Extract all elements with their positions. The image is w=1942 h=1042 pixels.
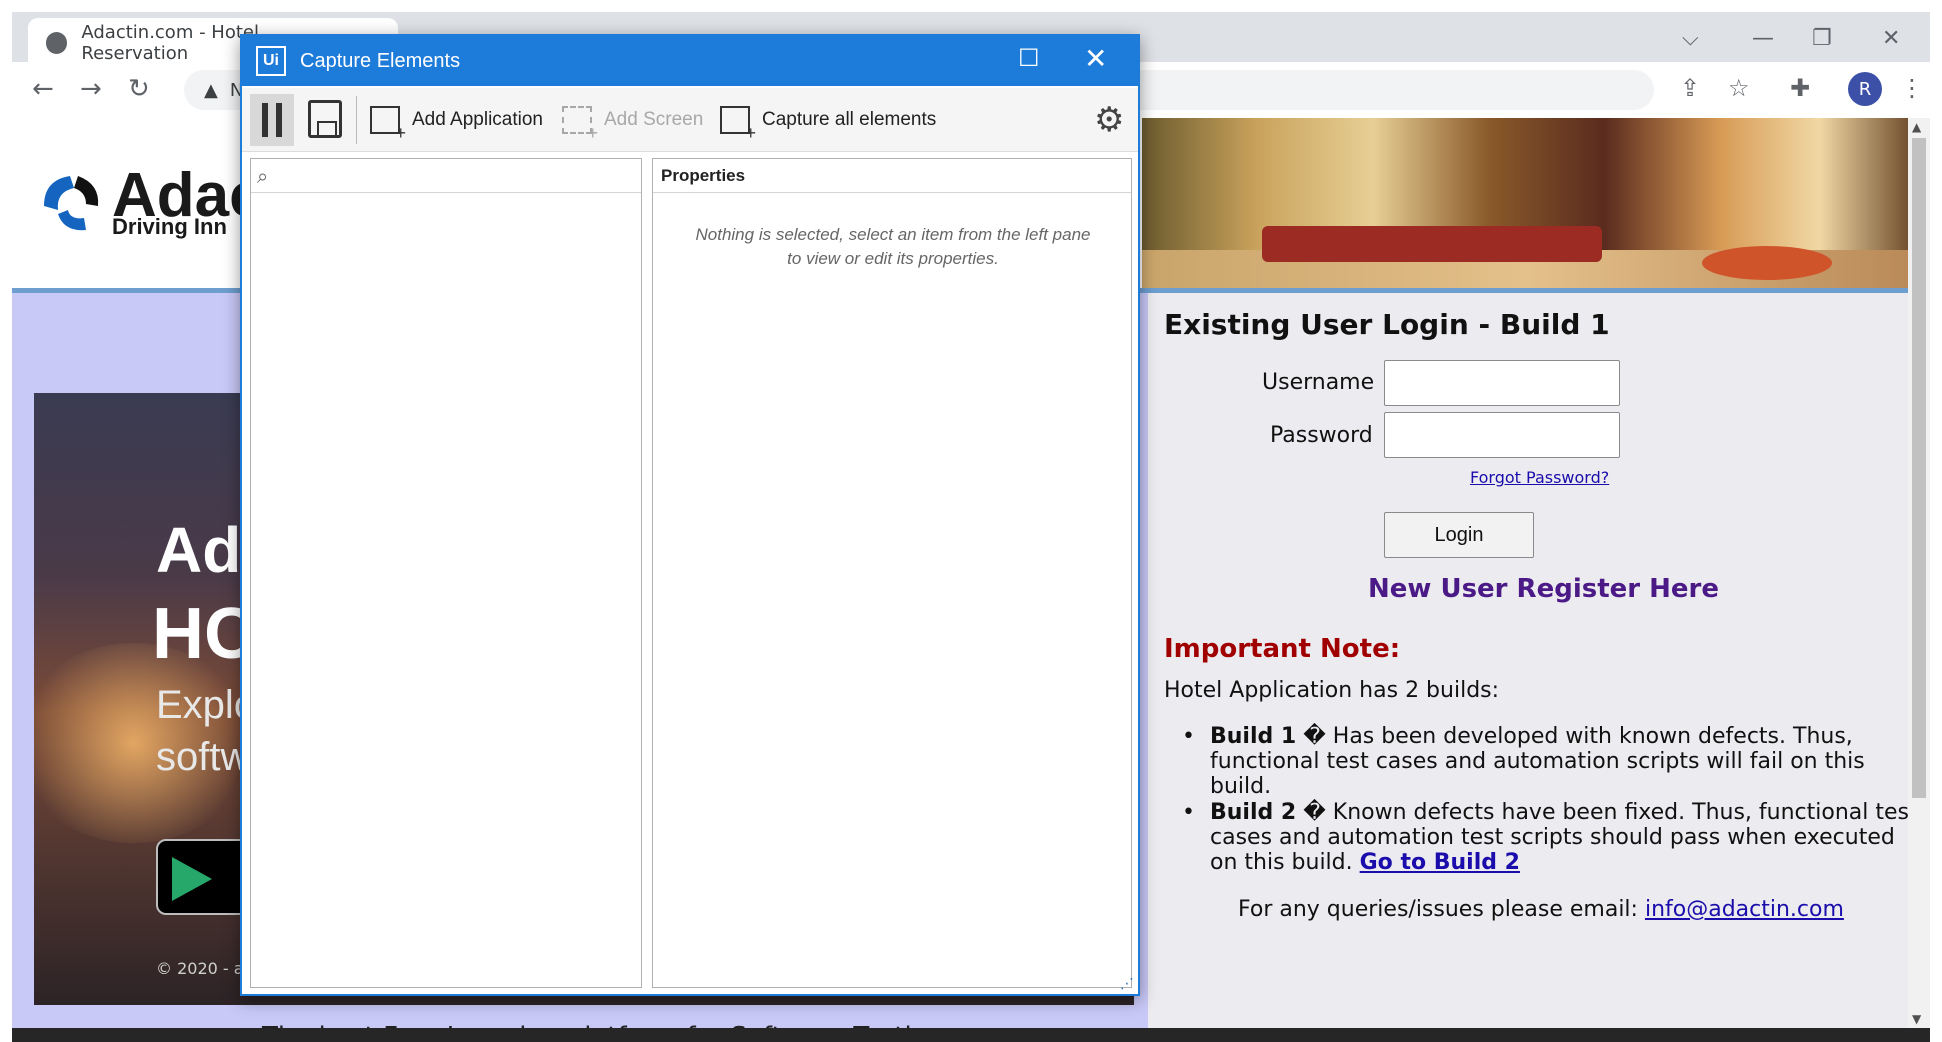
taskbar-strip [12,1028,1930,1042]
builds-intro: Hotel Application has 2 builds: [1164,678,1500,703]
capture-all-icon [720,106,756,144]
logo-subtitle: Driving Inn [112,214,227,239]
capture-all-label: Capture all elements [762,109,937,130]
elements-search-input[interactable]: ⌕ [251,159,641,193]
pause-icon [262,103,268,137]
add-application-button[interactable]: Add Application [370,106,543,144]
password-input[interactable] [1384,412,1620,458]
play-store-icon [172,857,212,901]
forward-icon[interactable]: → [80,74,102,104]
back-icon[interactable]: ← [32,74,54,104]
window-close-icon[interactable]: ✕ [1882,26,1900,51]
tab-search-icon[interactable]: ⌵ [1682,26,1699,51]
warning-icon: ▲ [204,79,218,101]
globe-icon [46,32,68,54]
queries-line: For any queries/issues please email: inf… [1238,897,1844,922]
profile-avatar[interactable]: R [1848,72,1882,106]
promo-line-4: softw [156,735,250,779]
minimize-icon[interactable]: — [1752,26,1774,51]
search-icon: ⌕ [257,163,269,188]
elements-tree-pane[interactable]: ⌕ [250,158,642,988]
scroll-up-icon[interactable]: ▲ [1912,120,1921,134]
add-application-label: Add Application [412,109,543,130]
resize-grip-icon[interactable]: ⋰ [1120,976,1134,992]
add-screen-icon [562,106,598,144]
login-button[interactable]: Login [1384,512,1534,558]
dialog-maximize-icon[interactable]: ☐ [1018,44,1040,72]
username-input[interactable] [1384,360,1620,406]
dialog-titlebar[interactable]: Ui Capture Elements ☐ ✕ [242,36,1138,86]
pause-button[interactable] [250,94,294,146]
build1-description: � Has been developed with known defects.… [1210,724,1865,799]
queries-text: For any queries/issues please email: [1238,897,1645,922]
username-label: Username [1262,370,1375,395]
promo-line-1: Ad [156,514,242,586]
build1-label: Build 1 [1210,724,1297,749]
build2-item: • Build 2 � Known defects have been fixe… [1182,800,1918,875]
page-scrollbar[interactable]: ▲ ▼ [1908,118,1930,1028]
scroll-down-icon[interactable]: ▼ [1912,1012,1921,1026]
dialog-close-icon[interactable]: ✕ [1084,42,1107,75]
extensions-icon[interactable]: ✚ [1790,74,1810,102]
uipath-logo-icon: Ui [256,46,286,76]
login-title: Existing User Login - Build 1 [1164,308,1610,341]
properties-header: Properties [653,159,1131,193]
build2-label: Build 2 [1210,800,1297,825]
capture-all-button[interactable]: Capture all elements [720,106,937,144]
dialog-toolbar: Add Application Add Screen Capture all e… [242,88,1138,152]
share-icon[interactable]: ⇪ [1680,74,1700,102]
properties-pane: Properties Nothing is selected, select a… [652,158,1132,988]
restore-icon[interactable]: ❐ [1812,26,1832,51]
save-icon[interactable] [308,100,342,138]
add-application-icon [370,106,406,144]
register-link[interactable]: New User Register Here [1368,574,1719,604]
toolbar-separator [356,96,357,144]
add-screen-button[interactable]: Add Screen [562,106,704,144]
build1-item: • Build 1 � Has been developed with know… [1182,724,1865,799]
settings-gear-icon[interactable]: ⚙ [1094,100,1124,140]
adactin-logo-icon [44,176,99,231]
go-to-build2-link[interactable]: Go to Build 2 [1360,850,1520,875]
browser-menu-icon[interactable]: ⋮ [1900,74,1924,102]
forgot-password-link[interactable]: Forgot Password? [1470,468,1609,487]
capture-elements-dialog: Ui Capture Elements ☐ ✕ Add Application … [240,34,1140,996]
dialog-title: Capture Elements [300,49,461,72]
build2-description: � Known defects have been fixed. Thus, f… [1210,800,1918,875]
email-link[interactable]: info@adactin.com [1645,897,1844,922]
properties-empty-message: Nothing is selected, select an item from… [695,225,1091,268]
scroll-thumb[interactable] [1912,138,1926,798]
important-note-heading: Important Note: [1164,634,1401,664]
reload-icon[interactable]: ↻ [128,74,150,104]
password-label: Password [1270,423,1373,448]
promo-copyright: © 2020 - ac [156,959,253,978]
add-screen-label: Add Screen [604,109,704,130]
hotel-lobby-image [1142,118,1912,290]
bookmark-star-icon[interactable]: ☆ [1728,74,1750,102]
